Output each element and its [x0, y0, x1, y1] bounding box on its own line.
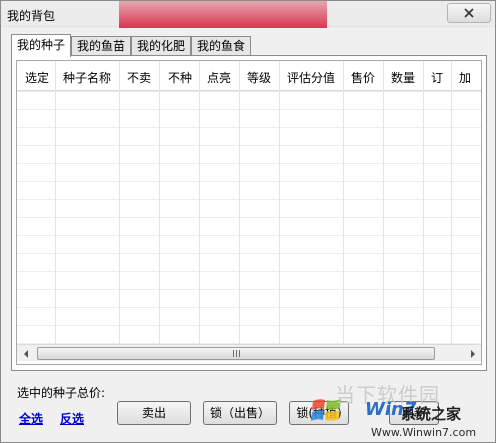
- column-header-no-sell[interactable]: 不卖: [127, 69, 151, 86]
- column-divider: [451, 61, 452, 344]
- seed-table[interactable]: 选定 种子名称 不卖 不种 点亮 等级 评估分值 售价 数量 订 加: [16, 60, 482, 365]
- invert-selection-link[interactable]: 反选: [60, 410, 84, 427]
- scroll-left-button[interactable]: [17, 345, 34, 362]
- column-divider: [383, 61, 384, 344]
- tab-panel: 选定 种子名称 不卖 不种 点亮 等级 评估分值 售价 数量 订 加: [11, 55, 487, 371]
- total-price-label: 选中的种子总价:: [17, 386, 106, 400]
- lock-sell-button[interactable]: 锁（出售）: [203, 401, 277, 425]
- column-header-order[interactable]: 订: [431, 69, 443, 86]
- watermark-url: Www.Winwin7.com: [371, 426, 477, 439]
- table-body: [17, 91, 481, 344]
- column-header-light[interactable]: 点亮: [207, 69, 231, 86]
- table-header: 选定 种子名称 不卖 不种 点亮 等级 评估分值 售价 数量 订 加: [17, 61, 481, 91]
- column-divider: [199, 61, 200, 344]
- scroll-right-button[interactable]: [464, 345, 481, 362]
- title-bar-background-band: [119, 1, 327, 28]
- column-divider: [119, 61, 120, 344]
- title-bar: 我的背包: [1, 1, 495, 28]
- scroll-thumb[interactable]: [37, 347, 435, 360]
- column-header-seed-name[interactable]: 种子名称: [63, 69, 111, 86]
- tab-my-fish-food[interactable]: 我的鱼食: [191, 36, 251, 56]
- close-x-icon: [464, 8, 474, 18]
- horizontal-scrollbar[interactable]: [17, 344, 481, 361]
- column-divider: [239, 61, 240, 344]
- column-header-no-plant[interactable]: 不种: [168, 69, 192, 86]
- scroll-right-arrow-icon: [470, 349, 475, 358]
- window-title: 我的背包: [7, 9, 56, 23]
- grip-icon: [232, 350, 240, 357]
- column-header-select[interactable]: 选定: [25, 69, 49, 86]
- tab-my-fry[interactable]: 我的鱼苗: [71, 36, 131, 56]
- close-button[interactable]: [447, 3, 491, 23]
- column-header-level[interactable]: 等级: [247, 69, 271, 86]
- tab-my-seeds[interactable]: 我的种子: [11, 34, 71, 57]
- backpack-window: 我的背包 我的种子 我的鱼苗 我的化肥 我的鱼食 选定 种子名称 不卖 不种 点…: [0, 0, 496, 443]
- column-header-price[interactable]: 售价: [351, 69, 375, 86]
- column-header-score[interactable]: 评估分值: [287, 69, 335, 86]
- column-divider: [343, 61, 344, 344]
- column-divider: [423, 61, 424, 344]
- column-divider: [159, 61, 160, 344]
- column-divider: [55, 61, 56, 344]
- column-header-quantity[interactable]: 数量: [391, 69, 415, 86]
- watermark-brand-suffix: 系统之家: [401, 405, 462, 423]
- column-header-add[interactable]: 加: [459, 69, 471, 86]
- sell-button[interactable]: 卖出: [117, 401, 191, 425]
- select-all-link[interactable]: 全选: [19, 410, 43, 427]
- tab-my-fertilizer[interactable]: 我的化肥: [131, 36, 191, 56]
- scroll-left-arrow-icon: [23, 349, 28, 358]
- column-divider: [279, 61, 280, 344]
